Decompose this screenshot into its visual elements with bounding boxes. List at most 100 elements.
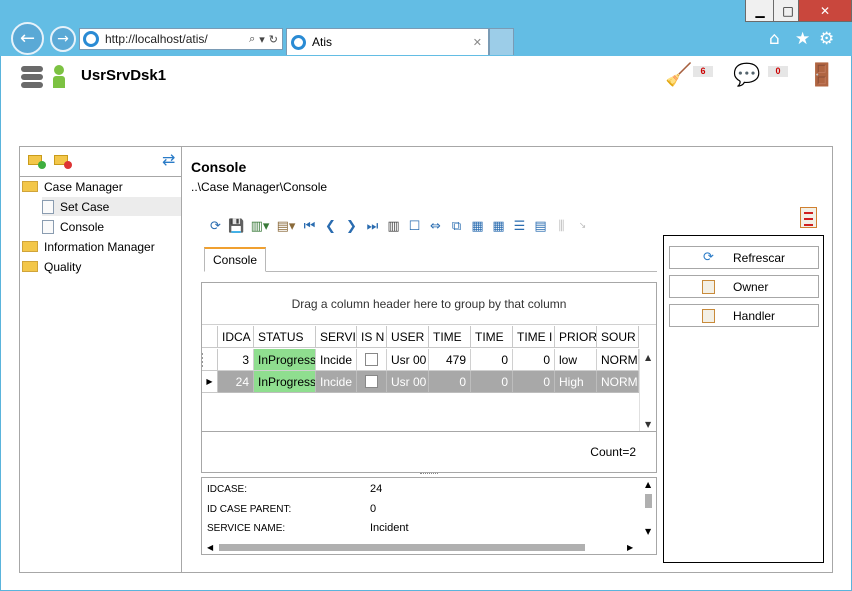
cell-status[interactable]: InProgress (254, 349, 316, 371)
save-icon[interactable]: 💾 (226, 216, 247, 236)
refresh-page-icon[interactable]: ↻ (269, 33, 278, 46)
select-icon[interactable]: ☐ (404, 216, 425, 236)
tree-item-information-manager[interactable]: Information Manager (22, 237, 181, 256)
detail-label: IDCASE: (207, 484, 248, 495)
owner-label: Owner (733, 279, 769, 294)
next-page-icon[interactable]: ❯ (341, 216, 362, 236)
tree-item-quality[interactable]: Quality (22, 257, 181, 276)
row-pointer-icon: ▶ (202, 371, 218, 393)
detail-vertical-scrollbar[interactable]: ▲ ▼ (641, 478, 656, 538)
grid-splitter[interactable] (420, 473, 438, 476)
tree-item-set-case[interactable]: Set Case (42, 197, 181, 216)
scroll-left-icon[interactable]: ◀ (207, 543, 213, 552)
column-header-time-1[interactable]: TIME (429, 326, 471, 348)
broom-icon[interactable]: 🧹 (665, 63, 692, 88)
table-icon[interactable]: ▦ (488, 216, 509, 236)
chat-icon[interactable]: 💬 (733, 63, 760, 88)
column-header-priority[interactable]: PRIOR (555, 326, 597, 348)
cell-is-n[interactable] (357, 371, 387, 393)
logout-icon[interactable]: 🚪 (808, 63, 835, 88)
cell-source[interactable]: NORM (597, 371, 639, 393)
sync-icon[interactable]: ⇄ (162, 150, 175, 169)
handler-label: Handler (733, 308, 776, 323)
scroll-up-icon[interactable]: ▲ (645, 480, 651, 489)
column-chooser-icon[interactable]: ▦ (467, 216, 488, 236)
column-header-time-2[interactable]: TIME (471, 326, 513, 348)
detail-scroll-thumb[interactable] (645, 494, 652, 508)
grid-icon[interactable]: ▤ (530, 216, 551, 236)
add-folder-icon[interactable] (28, 155, 46, 169)
cases-grid: Drag a column header here to group by th… (201, 282, 657, 473)
scroll-up-icon[interactable]: ▲ (645, 353, 651, 362)
cell-status[interactable]: InProgress (254, 371, 316, 393)
horizontal-scroll-thumb[interactable] (219, 544, 585, 551)
cell-priority[interactable]: High (555, 371, 597, 393)
ie-logo-icon (83, 31, 99, 47)
report-icon[interactable]: ▤▾ (273, 216, 299, 236)
scroll-down-icon[interactable]: ▼ (645, 420, 651, 429)
address-bar[interactable]: http://localhost/atis/ ⌕ ▾ ↻ (79, 28, 283, 50)
column-header-idcase[interactable]: IDCA (218, 326, 254, 348)
back-icon[interactable]: ← (11, 22, 44, 55)
detail-horizontal-scrollbar[interactable]: ◀ ▶ (202, 540, 656, 554)
gear-icon[interactable]: ⚙ (819, 29, 834, 49)
cell-time-2[interactable]: 0 (471, 349, 513, 371)
column-header-time-3[interactable]: TIME I (513, 326, 555, 348)
resize-corner-icon: ↘ (578, 221, 587, 231)
tree-item-console[interactable]: Console (42, 217, 181, 236)
cell-service[interactable]: Incide (316, 371, 357, 393)
remove-folder-icon[interactable] (54, 155, 72, 169)
cell-idcase[interactable]: 24 (218, 371, 254, 393)
cell-priority[interactable]: low (555, 349, 597, 371)
tab-console[interactable]: Console (204, 247, 266, 272)
dropdown-icon[interactable]: ▾ (259, 33, 265, 46)
close-window-button[interactable]: ✕ (798, 0, 852, 22)
cell-idcase[interactable]: 3 (218, 349, 254, 371)
previous-page-icon[interactable]: ❮ (320, 216, 341, 236)
fit-columns-icon[interactable]: ⇔ (425, 216, 446, 236)
cell-time-3[interactable]: 0 (513, 349, 555, 371)
clipboard-icon[interactable] (800, 207, 817, 228)
tree-item-case-manager[interactable]: Case Manager (22, 177, 181, 196)
rows-icon[interactable]: ☰ (509, 216, 530, 236)
scroll-right-icon[interactable]: ▶ (627, 543, 633, 552)
cell-source[interactable]: NORM (597, 349, 639, 371)
refresh-icon[interactable]: ⟳ (205, 216, 226, 236)
column-header-service[interactable]: SERVI (316, 326, 357, 348)
browser-tab-atis[interactable]: Atis ✕ (286, 28, 489, 55)
refresh-button[interactable]: ⟳ Refrescar (669, 246, 819, 269)
group-by-hint[interactable]: Drag a column header here to group by th… (202, 283, 656, 325)
checkbox[interactable] (365, 353, 378, 366)
cell-time-3[interactable]: 0 (513, 371, 555, 393)
star-icon[interactable]: ★ (795, 29, 810, 49)
column-header-status[interactable]: STATUS (254, 326, 316, 348)
first-page-icon[interactable]: ⏮ (299, 216, 320, 236)
checkbox[interactable] (365, 375, 378, 388)
column-header-source[interactable]: SOUR (597, 326, 639, 348)
cell-time-2[interactable]: 0 (471, 371, 513, 393)
cell-service[interactable]: Incide (316, 349, 357, 371)
cell-time-1[interactable]: 479 (429, 349, 471, 371)
owner-button[interactable]: Owner (669, 275, 819, 298)
cell-is-n[interactable] (357, 349, 387, 371)
copy-icon[interactable]: ⧉ (446, 216, 467, 236)
minimize-button[interactable]: ▁ (745, 0, 775, 22)
columns-icon[interactable]: ▥ (383, 216, 404, 236)
column-header-is-n[interactable]: IS N (357, 326, 387, 348)
scroll-down-icon[interactable]: ▼ (645, 527, 651, 536)
app-menu-icon[interactable] (21, 66, 43, 90)
chart-icon[interactable]: ▥▾ (247, 216, 273, 236)
cell-user[interactable]: Usr 00 (387, 371, 429, 393)
column-header-user[interactable]: USER (387, 326, 429, 348)
cell-user[interactable]: Usr 00 (387, 349, 429, 371)
last-page-icon[interactable]: ⏭ (362, 216, 383, 236)
handler-button[interactable]: Handler (669, 304, 819, 327)
search-icon[interactable]: ⌕ (249, 32, 255, 46)
address-text[interactable]: http://localhost/atis/ (105, 32, 249, 46)
cell-time-1[interactable]: 0 (429, 371, 471, 393)
home-icon[interactable]: ⌂ (769, 29, 780, 49)
new-tab-button[interactable] (489, 28, 514, 55)
close-tab-icon[interactable]: ✕ (473, 36, 482, 49)
grid-vertical-scrollbar[interactable]: ▲ ▼ (639, 349, 656, 431)
forward-icon[interactable]: → (50, 26, 76, 52)
